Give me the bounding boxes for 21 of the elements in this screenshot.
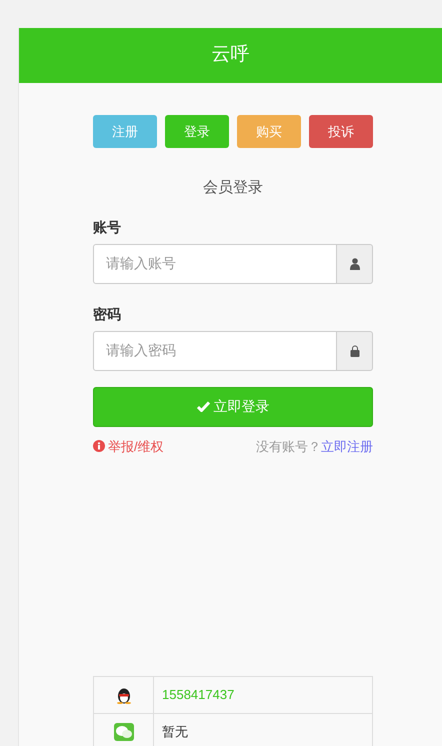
field-label: 密码 xyxy=(93,304,122,324)
info-icon xyxy=(93,440,105,452)
table-cell: 1558417437 xyxy=(154,676,372,714)
register-link[interactable]: 立即注册 xyxy=(321,436,373,456)
nav-button[interactable]: 登录 xyxy=(165,115,229,148)
report-link[interactable]: 举报/维权 xyxy=(93,436,164,456)
login-button[interactable]: 立即登录 xyxy=(93,386,373,426)
form-title: 会员登录 xyxy=(202,178,264,198)
check-icon xyxy=(196,401,210,412)
lock-icon xyxy=(350,344,360,356)
nav-button[interactable]: 购买 xyxy=(237,115,301,148)
header-title: 云呼 xyxy=(212,43,250,68)
user-icon xyxy=(350,258,360,270)
input-field[interactable]: 请输入密码 xyxy=(93,330,337,370)
field-label: 账号 xyxy=(93,218,122,236)
nav-button[interactable]: 投诉 xyxy=(309,115,373,148)
chat-bubbles-icon xyxy=(114,722,134,741)
no-account-text: 没有账号？ xyxy=(256,438,321,456)
nav-button[interactable]: 注册 xyxy=(93,115,157,148)
penguin-icon xyxy=(116,686,132,704)
input-field[interactable]: 请输入账号 xyxy=(93,244,337,284)
